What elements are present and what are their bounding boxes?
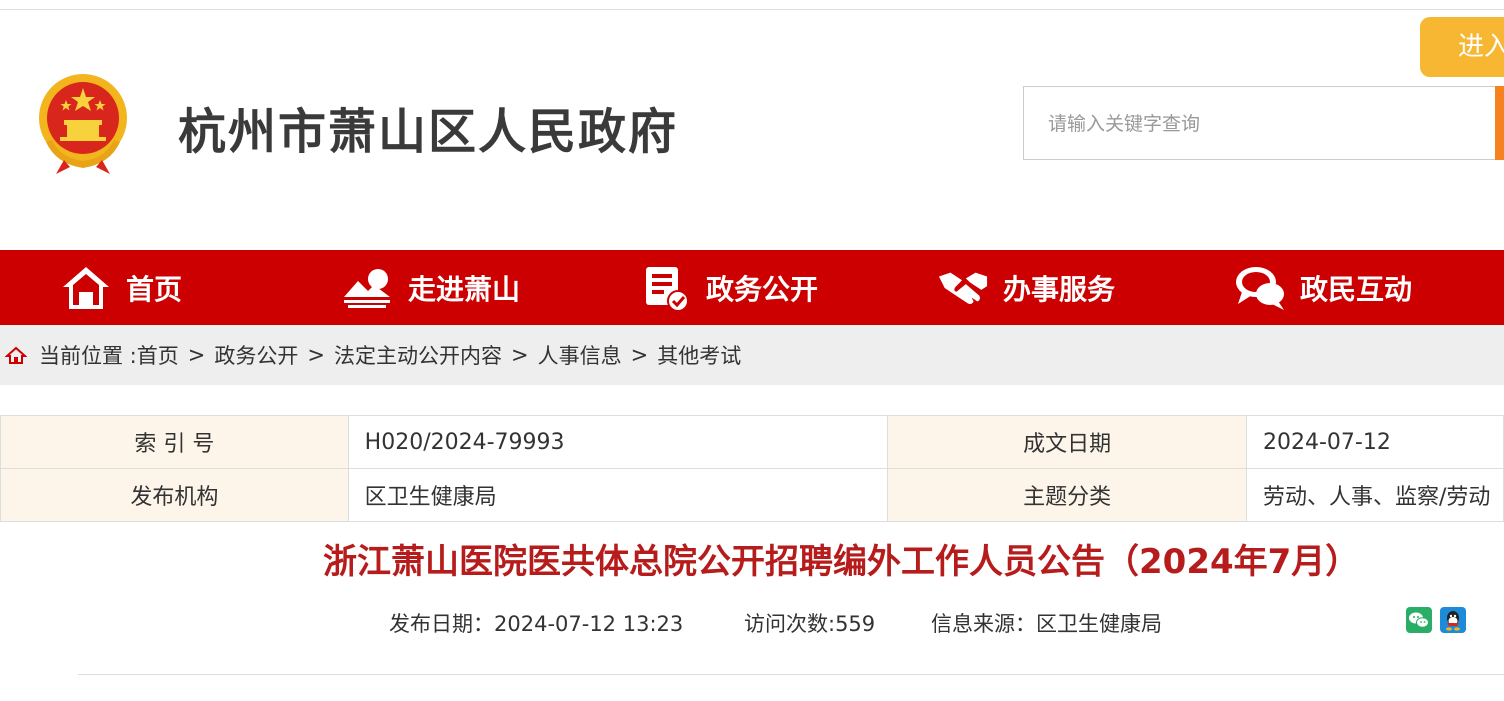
table-row: 发布机构 区卫生健康局 主题分类 劳动、人事、监察/劳动 (0, 468, 1504, 522)
breadcrumb-prefix: 当前位置 : (39, 344, 137, 368)
written-date-label: 成文日期 (887, 415, 1247, 469)
chat-bubbles-icon (1234, 262, 1286, 314)
home-icon (60, 262, 112, 314)
breadcrumb-separator: > (510, 343, 529, 367)
publish-date: 发布日期：2024-07-12 13:23 (389, 612, 684, 636)
nav-item-home[interactable]: 首页 (60, 250, 182, 325)
content-divider (78, 674, 1504, 675)
search-input[interactable] (1046, 87, 1490, 161)
breadcrumb-item-personnel-info[interactable]: 人事信息 (538, 340, 622, 370)
visit-count: 访问次数:559 (744, 612, 876, 636)
article-title: 浙江萧山医院医共体总院公开招聘编外工作人员公告（2024年7月） (323, 542, 1360, 582)
publishing-org-label: 发布机构 (0, 468, 349, 522)
article-meta-table: 索 引 号 H020/2024-79993 成文日期 2024-07-12 发布… (0, 415, 1504, 522)
publishing-org-value: 区卫生健康局 (347, 468, 889, 522)
nav-item-label: 首页 (126, 272, 183, 306)
search-button[interactable] (1495, 86, 1504, 160)
home-icon (5, 346, 27, 364)
landscape-icon (342, 262, 394, 314)
search-box (1023, 86, 1504, 161)
wechat-share-icon[interactable] (1406, 607, 1432, 633)
topic-category-label: 主题分类 (887, 468, 1247, 522)
nav-item-label: 政务公开 (706, 272, 819, 306)
written-date-value: 2024-07-12 (1246, 415, 1504, 469)
index-number-label: 索 引 号 (0, 415, 349, 469)
table-row: 索 引 号 H020/2024-79993 成文日期 2024-07-12 (0, 415, 1504, 469)
breadcrumb-separator: > (187, 343, 206, 367)
nav-item-interaction[interactable]: 政民互动 (1234, 250, 1412, 325)
info-source: 信息来源：区卫生健康局 (931, 612, 1162, 636)
nav-item-gov-affairs[interactable]: 政务公开 (640, 250, 818, 325)
handshake-icon (937, 262, 989, 314)
breadcrumb-item-other-exams[interactable]: 其他考试 (657, 340, 741, 370)
nav-item-label: 办事服务 (1003, 272, 1116, 306)
breadcrumb-separator: > (307, 343, 325, 367)
nav-item-label: 政民互动 (1300, 272, 1413, 306)
site-title: 杭州市萧山区人民政府 (178, 104, 679, 160)
nav-item-services[interactable]: 办事服务 (937, 250, 1115, 325)
breadcrumb: 当前位置 : 首页 > 政务公开 > 法定主动公开内容 > 人事信息 > 其他考… (0, 325, 1504, 385)
nav-item-label: 走进萧山 (408, 272, 521, 306)
breadcrumb-item-gov-affairs[interactable]: 政务公开 (214, 340, 298, 370)
main-nav: 首页 走进萧山 政务公开 办事服务 政民互动 (0, 250, 1504, 325)
national-emblem-icon (39, 74, 127, 174)
document-check-icon (640, 262, 692, 314)
nav-item-about[interactable]: 走进萧山 (342, 250, 520, 325)
enter-button[interactable]: 进入 (1420, 17, 1504, 77)
breadcrumb-item-home[interactable]: 首页 (137, 340, 179, 370)
qq-share-icon[interactable] (1440, 607, 1466, 633)
topic-category-value: 劳动、人事、监察/劳动 (1246, 468, 1504, 522)
index-number-value: H020/2024-79993 (347, 415, 889, 469)
breadcrumb-separator: > (630, 343, 649, 367)
breadcrumb-item-statutory-content[interactable]: 法定主动公开内容 (334, 340, 502, 370)
top-divider (0, 9, 1504, 10)
